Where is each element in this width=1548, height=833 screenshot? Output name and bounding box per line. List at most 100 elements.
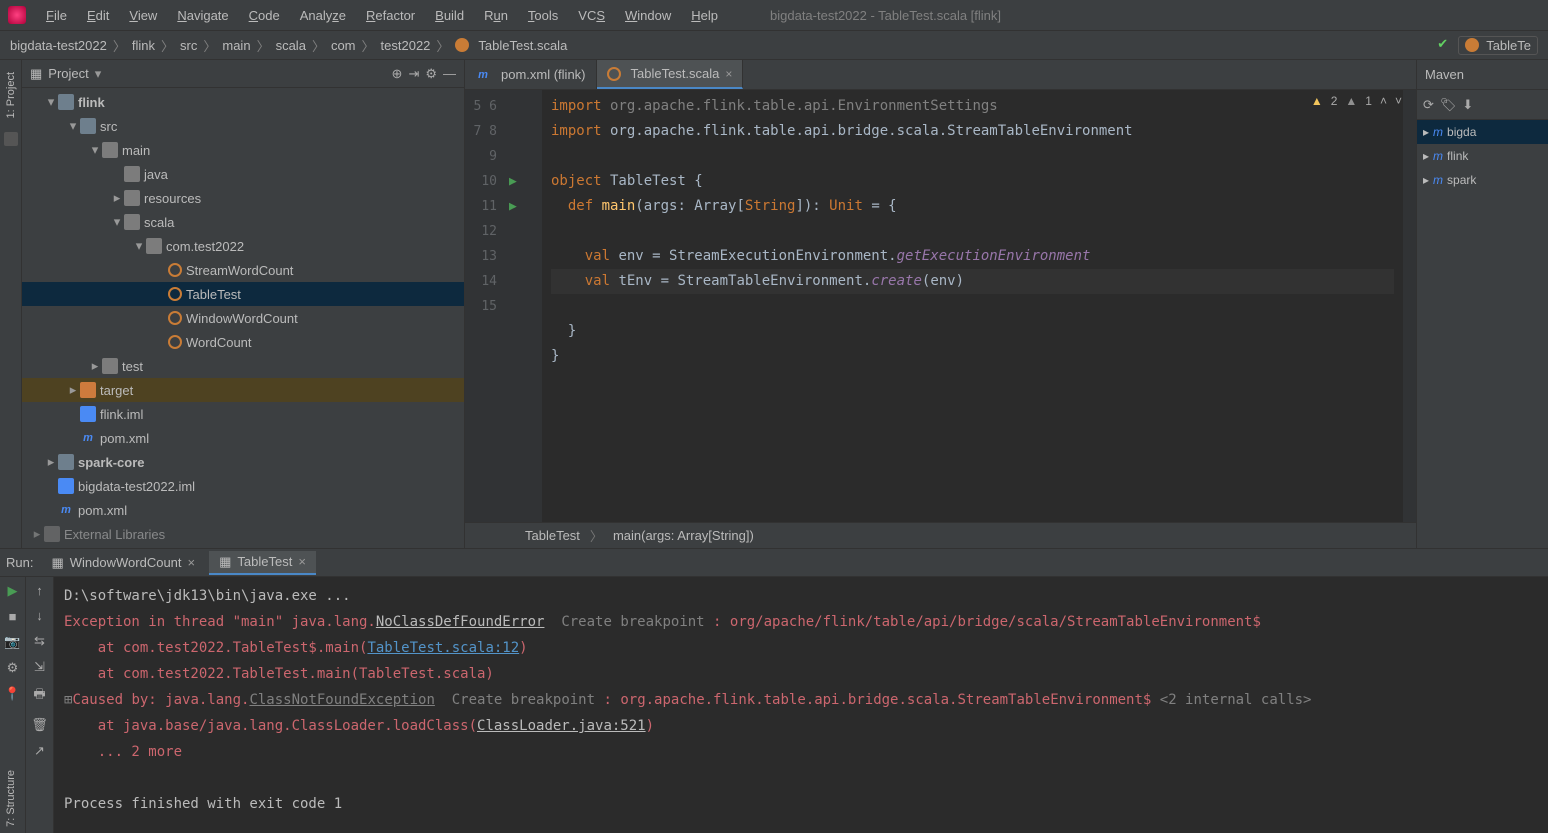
menu-build[interactable]: Build: [427, 4, 472, 27]
tree-node-flink[interactable]: ▾flink: [22, 90, 464, 114]
tree-node-sparkcore[interactable]: ▸spark-core: [22, 450, 464, 474]
run-gutter-icon[interactable]: ▶: [509, 169, 517, 194]
dump-icon[interactable]: 📷: [4, 634, 20, 650]
console-line: D:\software\jdk13\bin\java.exe ...: [64, 588, 351, 604]
menu-navigate[interactable]: Navigate: [169, 4, 236, 27]
tree-file-streamwordcount[interactable]: StreamWordCount: [22, 258, 464, 282]
rerun-icon[interactable]: ▶: [8, 583, 18, 599]
download-icon[interactable]: ⬇: [1462, 97, 1473, 113]
crumb-test2022[interactable]: test2022: [381, 38, 431, 53]
error-stripe[interactable]: [1402, 90, 1416, 522]
editor-breadcrumbs: TableTest 〉 main(args: Array[String]): [465, 522, 1416, 548]
libs-icon: [44, 526, 60, 542]
scala-file-icon: [455, 38, 469, 52]
tree-node-target[interactable]: ▸target: [22, 378, 464, 402]
pin-icon[interactable]: 📍: [4, 686, 20, 702]
run-tab-windowwordcount[interactable]: ▦ WindowWordCount ×: [41, 552, 205, 574]
maven-icon[interactable]: 🏷: [1440, 97, 1457, 113]
editor-gutter[interactable]: 5 6 7 8 9 10 11 12 13 14 15 ▶ ▶: [465, 90, 525, 522]
settings-icon[interactable]: ⚙: [425, 66, 437, 82]
tree-file-pom-root[interactable]: mpom.xml: [22, 498, 464, 522]
right-tab[interactable]: TableTe: [1458, 36, 1538, 55]
menu-bar: File Edit View Navigate Code Analyze Ref…: [0, 0, 1548, 30]
close-icon[interactable]: ×: [725, 67, 732, 81]
editor-tab-tabletest[interactable]: TableTest.scala ×: [597, 60, 744, 89]
close-icon[interactable]: ×: [188, 555, 196, 570]
crumb-com[interactable]: com: [331, 38, 356, 53]
close-icon[interactable]: ×: [298, 554, 306, 569]
maven-item-flink[interactable]: ▸mflink: [1417, 144, 1548, 168]
project-tree[interactable]: ▾flink ▾src ▾main java ▸resources ▾scala…: [22, 88, 464, 548]
menu-code[interactable]: Code: [241, 4, 288, 27]
code-line-current: val tEnv = StreamTableEnvironment.create…: [551, 269, 1394, 294]
hide-icon[interactable]: —: [443, 66, 456, 81]
menu-tools[interactable]: Tools: [520, 4, 566, 27]
tree-file-pom-flink[interactable]: mpom.xml: [22, 426, 464, 450]
crumb-class[interactable]: TableTest: [525, 528, 580, 543]
tree-external-libs[interactable]: ▸External Libraries: [22, 522, 464, 546]
menu-window[interactable]: Window: [617, 4, 679, 27]
settings-icon[interactable]: ⚙: [7, 660, 19, 676]
inspections-widget[interactable]: ▲2 ▲1 ˄ ˅: [1311, 94, 1402, 108]
run-tab-tabletest[interactable]: ▦ TableTest ×: [209, 551, 316, 575]
menu-run[interactable]: Run: [476, 4, 516, 27]
tree-file-bigdata-iml[interactable]: bigdata-test2022.iml: [22, 474, 464, 498]
stop-icon[interactable]: ■: [9, 609, 17, 624]
scroll-icon[interactable]: ⇲: [34, 659, 45, 675]
crumb-src[interactable]: src: [180, 38, 197, 53]
collapse-icon[interactable]: ⇥: [408, 66, 419, 82]
crumb-module[interactable]: flink: [132, 38, 155, 53]
run-gutter-icon[interactable]: ▶: [509, 194, 517, 219]
tree-file-flink-iml[interactable]: flink.iml: [22, 402, 464, 426]
maven-item-bigdata[interactable]: ▸mbigda: [1417, 120, 1548, 144]
menu-help[interactable]: Help: [683, 4, 726, 27]
tool-structure-tab[interactable]: 7: Structure: [5, 764, 17, 833]
expand-icon[interactable]: ↗: [34, 743, 45, 759]
crumb-root[interactable]: bigdata-test2022: [10, 38, 107, 53]
crumb-method[interactable]: main(args: Array[String]): [613, 528, 754, 543]
crumb-scala[interactable]: scala: [276, 38, 306, 53]
unknown-tool-icon[interactable]: [4, 132, 18, 146]
tree-file-wordcount[interactable]: WordCount: [22, 330, 464, 354]
build-button[interactable]: ✔: [1437, 36, 1448, 55]
tree-node-test[interactable]: ▸test: [22, 354, 464, 378]
locate-icon[interactable]: ⊕: [392, 66, 403, 82]
chevron-down-icon[interactable]: ▾: [95, 66, 102, 82]
stacktrace-link[interactable]: TableTest.scala:12: [367, 640, 519, 656]
tool-project-tab[interactable]: 1: Project: [5, 66, 17, 124]
tree-node-src[interactable]: ▾src: [22, 114, 464, 138]
menu-refactor[interactable]: Refactor: [358, 4, 423, 27]
print-icon[interactable]: 🖶: [33, 685, 45, 707]
tree-node-java[interactable]: java: [22, 162, 464, 186]
tree-node-package[interactable]: ▾com.test2022: [22, 234, 464, 258]
editor-tab-pom[interactable]: m pom.xml (flink): [465, 60, 597, 89]
menu-view[interactable]: View: [121, 4, 165, 27]
down-icon[interactable]: ↓: [36, 608, 43, 623]
code-editor[interactable]: import org.apache.flink.table.api.Enviro…: [543, 90, 1402, 522]
tree-node-main[interactable]: ▾main: [22, 138, 464, 162]
menu-edit[interactable]: Edit: [79, 4, 117, 27]
project-panel-header: ▦ Project ▾ ⊕ ⇥ ⚙ —: [22, 60, 464, 88]
tree-file-windowwordcount[interactable]: WindowWordCount: [22, 306, 464, 330]
chevron-down-icon[interactable]: ˅: [1395, 94, 1402, 108]
up-icon[interactable]: ↑: [36, 583, 43, 598]
left-tool-strip: 1: Project: [0, 60, 22, 548]
clear-icon[interactable]: 🗑: [31, 717, 48, 733]
tree-file-tabletest[interactable]: TableTest: [22, 282, 464, 306]
refresh-icon[interactable]: ⟳: [1423, 97, 1434, 113]
stacktrace-link[interactable]: ClassLoader.java:521: [477, 718, 646, 734]
chevron-up-icon[interactable]: ˄: [1380, 94, 1387, 108]
tree-node-scala[interactable]: ▾scala: [22, 210, 464, 234]
menu-analyze[interactable]: Analyze: [292, 4, 354, 27]
tree-node-resources[interactable]: ▸resources: [22, 186, 464, 210]
menu-vcs[interactable]: VCS: [570, 4, 613, 27]
project-panel-title[interactable]: Project: [48, 66, 88, 81]
maven-item-spark[interactable]: ▸mspark: [1417, 168, 1548, 192]
scala-object-icon: [168, 263, 182, 277]
run-console[interactable]: D:\software\jdk13\bin\java.exe ... Excep…: [54, 577, 1548, 833]
menu-file[interactable]: File: [38, 4, 75, 27]
crumb-main[interactable]: main: [222, 38, 250, 53]
wrap-icon[interactable]: ⇆: [34, 633, 45, 649]
maven-panel-header[interactable]: Maven: [1417, 60, 1548, 90]
crumb-file[interactable]: TableTest.scala: [478, 38, 567, 53]
